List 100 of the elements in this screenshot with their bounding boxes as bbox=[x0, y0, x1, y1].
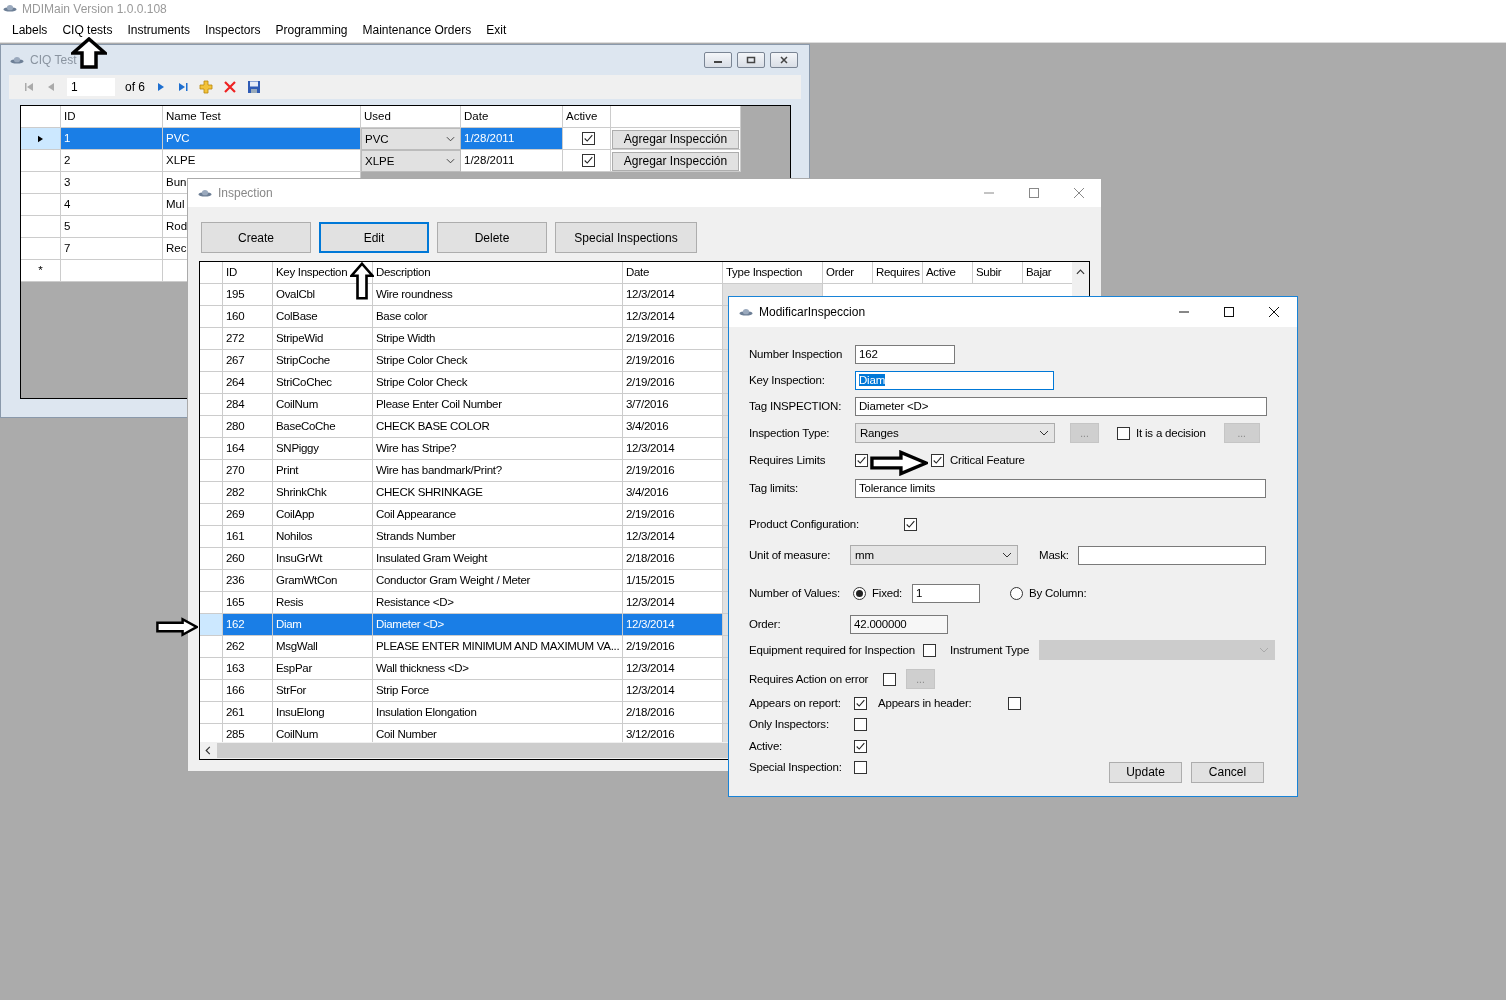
menu-item[interactable]: Programming bbox=[268, 22, 355, 37]
input-field[interactable]: 42.000000 bbox=[850, 614, 948, 634]
restore-button[interactable] bbox=[737, 52, 765, 68]
row-header[interactable] bbox=[200, 570, 223, 592]
row-header[interactable] bbox=[200, 504, 223, 526]
radio-button[interactable] bbox=[1010, 586, 1023, 600]
table-cell: Nohilos bbox=[273, 526, 373, 548]
dialog-button[interactable]: Update bbox=[1109, 761, 1182, 783]
row-header[interactable] bbox=[200, 702, 223, 724]
delete-icon[interactable] bbox=[223, 80, 237, 94]
input-field[interactable] bbox=[1078, 545, 1266, 565]
menu-item[interactable]: CIQ tests bbox=[55, 22, 120, 37]
field-label: Appears in header: bbox=[878, 697, 973, 709]
table-cell: 12/3/2014 bbox=[623, 614, 723, 636]
row-header[interactable] bbox=[200, 438, 223, 460]
row-header[interactable] bbox=[21, 128, 61, 150]
table-cell: Diam bbox=[273, 614, 373, 636]
row-header[interactable] bbox=[200, 350, 223, 372]
field-label: Product Configuration: bbox=[749, 518, 861, 530]
dropdown[interactable]: XLPE bbox=[361, 150, 461, 172]
row-header[interactable] bbox=[200, 284, 223, 306]
menu-item[interactable]: Inspectors bbox=[198, 22, 268, 37]
row-header[interactable] bbox=[200, 482, 223, 504]
row-header[interactable] bbox=[200, 306, 223, 328]
checkbox[interactable] bbox=[1008, 696, 1021, 710]
table-cell: 3/12/2016 bbox=[623, 724, 723, 742]
table-cell: 282 bbox=[223, 482, 273, 504]
row-header[interactable] bbox=[200, 394, 223, 416]
row-header[interactable] bbox=[200, 680, 223, 702]
dialog-button[interactable]: Cancel bbox=[1191, 761, 1264, 783]
menu-item[interactable]: Maintenance Orders bbox=[355, 22, 479, 37]
menu-item[interactable]: Exit bbox=[479, 22, 514, 37]
checkbox[interactable] bbox=[1117, 426, 1130, 440]
table-cell: 2/19/2016 bbox=[623, 504, 723, 526]
row-header[interactable] bbox=[200, 548, 223, 570]
window-title: CIQ Test bbox=[30, 53, 77, 67]
scroll-up-icon[interactable] bbox=[1076, 269, 1085, 275]
field-label: Special Inspection: bbox=[749, 761, 843, 773]
table-cell: CoilApp bbox=[273, 504, 373, 526]
toolbar-button[interactable]: Edit bbox=[319, 222, 429, 253]
toolbar-button[interactable]: Delete bbox=[437, 222, 547, 253]
checkbox[interactable] bbox=[581, 132, 595, 145]
row-header[interactable] bbox=[200, 328, 223, 350]
add-inspection-button[interactable]: Agregar Inspección bbox=[612, 151, 739, 171]
table-cell: 12/3/2014 bbox=[623, 438, 723, 460]
chevron-down-icon bbox=[446, 158, 455, 164]
checkbox[interactable] bbox=[931, 453, 944, 467]
row-header[interactable] bbox=[200, 614, 223, 636]
checkbox[interactable] bbox=[923, 643, 936, 657]
save-icon[interactable] bbox=[247, 80, 261, 94]
column-header: Active bbox=[923, 262, 973, 284]
toolbar-button[interactable]: Special Inspections bbox=[555, 222, 697, 253]
toolbar-button[interactable]: Create bbox=[201, 222, 311, 253]
checkbox[interactable] bbox=[854, 717, 867, 731]
maximize-icon[interactable] bbox=[1224, 307, 1234, 317]
dropdown[interactable]: PVC bbox=[361, 128, 461, 150]
column-header: Requires bbox=[873, 262, 923, 284]
close-button[interactable] bbox=[770, 52, 798, 68]
column-header: Active bbox=[563, 106, 611, 128]
minimize-button[interactable] bbox=[704, 52, 732, 68]
row-header[interactable] bbox=[200, 416, 223, 438]
input-field[interactable]: Tolerance limits bbox=[855, 478, 1266, 498]
dropdown[interactable]: mm bbox=[850, 545, 1018, 565]
checkbox[interactable] bbox=[883, 672, 896, 686]
input-field[interactable]: 162 bbox=[855, 344, 955, 364]
checkbox[interactable] bbox=[854, 739, 867, 753]
row-header[interactable] bbox=[21, 216, 61, 238]
add-inspection-button[interactable]: Agregar Inspección bbox=[612, 129, 739, 149]
add-icon[interactable] bbox=[199, 80, 213, 94]
input-field[interactable]: Diam bbox=[855, 370, 1054, 390]
row-header[interactable] bbox=[21, 150, 61, 172]
row-header[interactable] bbox=[200, 526, 223, 548]
checkbox[interactable] bbox=[855, 453, 868, 467]
checkbox[interactable] bbox=[904, 517, 917, 531]
field-label: Tag limits: bbox=[749, 482, 799, 494]
row-header[interactable] bbox=[200, 592, 223, 614]
row-header[interactable] bbox=[21, 194, 61, 216]
dropdown[interactable]: Ranges bbox=[855, 423, 1055, 443]
row-header[interactable] bbox=[21, 172, 61, 194]
checkbox[interactable] bbox=[581, 154, 595, 167]
close-icon[interactable] bbox=[1269, 307, 1279, 317]
menu-item[interactable]: Instruments bbox=[120, 22, 198, 37]
menu-item[interactable]: Labels bbox=[5, 22, 55, 37]
input-field[interactable]: Diameter <D> bbox=[855, 396, 1267, 416]
row-header[interactable] bbox=[200, 658, 223, 680]
row-header[interactable] bbox=[200, 636, 223, 658]
input-field[interactable]: 1 bbox=[912, 583, 980, 603]
radio-button[interactable] bbox=[853, 586, 866, 600]
table-cell: 269 bbox=[223, 504, 273, 526]
position-field[interactable]: 1 bbox=[67, 78, 115, 96]
table-cell: Print bbox=[273, 460, 373, 482]
first-record-icon[interactable] bbox=[23, 81, 35, 93]
checkbox[interactable] bbox=[854, 760, 867, 774]
row-header[interactable] bbox=[21, 238, 61, 260]
row-header[interactable] bbox=[200, 372, 223, 394]
checkbox[interactable] bbox=[854, 696, 867, 710]
row-header[interactable] bbox=[200, 460, 223, 482]
table-cell: XLPE bbox=[163, 150, 361, 172]
scroll-left-icon[interactable] bbox=[205, 746, 211, 755]
last-record-icon[interactable] bbox=[177, 81, 189, 93]
